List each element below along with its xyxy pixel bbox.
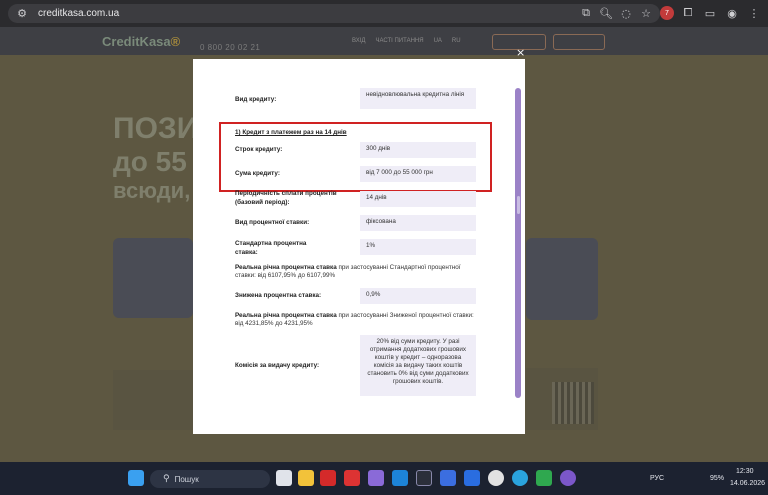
rate-type-value: фіксована [360, 215, 476, 231]
logo-text: CreditKasa [102, 34, 171, 49]
dropbox-icon[interactable] [464, 470, 480, 486]
store-icon[interactable] [416, 470, 432, 486]
clock-time[interactable]: 12:30 [736, 468, 754, 475]
amount-value: від 7 000 до 55 000 грн [360, 166, 476, 182]
file-explorer-icon[interactable] [298, 470, 314, 486]
eye-off-icon[interactable]: ◌ [618, 5, 634, 21]
install-app-icon[interactable]: ⧉ [578, 5, 594, 21]
loan-type-value: невідновлювальна кредитна лінія [360, 88, 476, 109]
app-l-icon[interactable] [344, 470, 360, 486]
zoom-icon[interactable]: 🔍︎ [598, 5, 614, 21]
term-label: Строк кредиту: [235, 146, 283, 153]
extensions-icon[interactable]: ⧠ [680, 5, 696, 21]
nav-ua[interactable]: UA [434, 38, 442, 44]
teams-icon[interactable] [440, 470, 456, 486]
site-phone[interactable]: 0 800 20 02 21 [200, 43, 260, 52]
copilot-icon[interactable] [368, 470, 384, 486]
amount-label: Сума кредиту: [235, 170, 280, 177]
nav-ru[interactable]: RU [452, 38, 461, 44]
opera-icon[interactable] [320, 470, 336, 486]
term-value: 300 днів [360, 142, 476, 158]
task-view-icon[interactable] [276, 470, 292, 486]
battery-level[interactable]: 95% [710, 475, 724, 482]
std-rate-label: Стандартна процентна ставка: [235, 240, 307, 256]
telegram-icon[interactable] [512, 470, 528, 486]
menu-icon[interactable]: ⋮ [746, 5, 762, 21]
rate-type-label: Вид процентної ставки: [235, 219, 310, 226]
search-icon: ⚲ [163, 474, 170, 484]
edge-icon[interactable] [392, 470, 408, 486]
viber-icon[interactable] [560, 470, 576, 486]
loan-type-label: Вид кредиту: [235, 96, 277, 103]
hero-line-1: ПОЗИ [113, 112, 199, 145]
fee-label: Комісія за видачу кредиту: [235, 362, 320, 369]
std-rate-value: 1% [360, 239, 476, 255]
real-std-rate-text: Реальна річна процентна ставка при засто… [235, 264, 480, 280]
chrome-icon[interactable] [488, 470, 504, 486]
side-card [526, 238, 598, 320]
browser-toolbar: ⚙ creditkasa.com.ua ⧉ 🔍︎ ◌ ☆ 7 ⧠ ▭ ◉ ⋮ [0, 0, 768, 27]
reduced-rate-label: Знижена процентна ставка: [235, 292, 322, 299]
address-bar[interactable]: ⚙ creditkasa.com.ua ⧉ 🔍︎ ◌ ☆ [8, 4, 660, 23]
modal-scrollbar[interactable] [515, 88, 521, 398]
input-language[interactable]: РУС [650, 475, 664, 482]
calculator-card [113, 238, 193, 318]
real-reduced-rate-text: Реальна річна процентна ставка при засто… [235, 312, 480, 328]
clock-date[interactable]: 14.06.2026 [730, 480, 765, 487]
section-title: 1) Кредит з платежем раз на 14 днів [235, 129, 347, 136]
hero-line-2: до 55 [113, 146, 187, 177]
nav-login[interactable]: ВХІД [352, 38, 365, 44]
header-button-2[interactable] [553, 34, 605, 50]
close-icon[interactable]: × [516, 46, 525, 59]
fee-value: 20% від суми кредиту. У разі отримання д… [360, 335, 476, 396]
real-reduced-rate-bold: Реальна річна процентна ставка [235, 312, 337, 319]
real-std-rate-bold: Реальна річна процентна ставка [235, 264, 337, 271]
logo-accent: ® [170, 34, 181, 49]
taskbar-search-label: Пошук [174, 474, 199, 484]
windows-start-icon[interactable] [128, 470, 144, 486]
scrollbar-thumb[interactable] [517, 196, 520, 214]
sidebar-icon[interactable]: ▭ [702, 5, 718, 21]
site-logo[interactable]: CreditKasa® [102, 34, 180, 49]
url-text: creditkasa.com.ua [38, 8, 120, 19]
period-value: 14 днів [360, 191, 476, 207]
app-green-icon[interactable] [536, 470, 552, 486]
period-label: Періодичність сплати процентів (базовий … [235, 190, 337, 206]
qr-code-image [552, 382, 594, 424]
taskbar-search[interactable]: ⚲ Пошук [150, 470, 270, 488]
nav-faq[interactable]: ЧАСТІ ПИТАННЯ [375, 38, 423, 44]
site-nav: ВХІД ЧАСТІ ПИТАННЯ UA RU [352, 38, 461, 44]
site-info-icon[interactable]: ⚙ [14, 6, 30, 22]
app-promo [113, 370, 193, 430]
profile-icon[interactable]: ◉ [724, 5, 740, 21]
bookmark-star-icon[interactable]: ☆ [638, 5, 654, 21]
notification-badge[interactable]: 7 [660, 6, 674, 20]
reduced-rate-value: 0,9% [360, 288, 476, 304]
